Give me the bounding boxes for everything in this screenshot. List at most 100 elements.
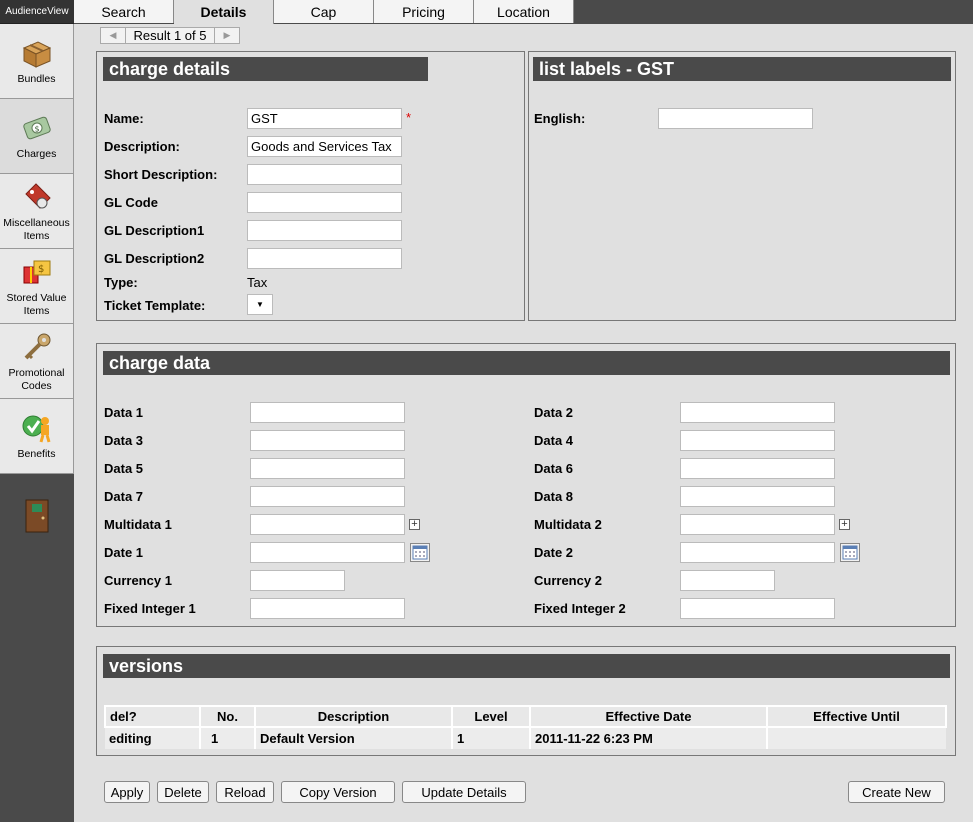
tag-icon [24, 182, 51, 209]
result-counter: Result 1 of 5 [126, 27, 214, 44]
gl-description1-label: GL Description1 [104, 223, 205, 238]
data-1-label: Data 1 [104, 405, 144, 420]
sidebar-item-promotional-codes[interactable]: Promotional Codes [0, 324, 74, 399]
data-5-label: Data 5 [104, 461, 144, 476]
cell-description: Default Version [254, 727, 452, 749]
data-4-label: Data 4 [534, 433, 574, 448]
required-indicator: * [406, 110, 412, 125]
tab-search[interactable]: Search [74, 0, 174, 23]
charge-ticket-icon: $ [22, 116, 51, 140]
sidebar-item-label: Miscellaneous Items [3, 216, 70, 242]
arrow-right-icon: ▶ [223, 30, 231, 40]
name-label: Name: [104, 111, 144, 126]
update-details-button[interactable]: Update Details [402, 781, 526, 803]
data-7-label: Data 7 [104, 489, 144, 504]
reload-button[interactable]: Reload [216, 781, 274, 803]
data-4-field[interactable] [680, 430, 835, 451]
type-label: Type: [104, 275, 138, 290]
benefits-person-icon [22, 415, 50, 443]
sidebar-item-label: Benefits [17, 448, 56, 460]
gl-code-field[interactable] [247, 192, 402, 213]
fixed-integer-2-label: Fixed Integer 2 [534, 601, 626, 616]
name-field[interactable]: GST [247, 108, 402, 129]
chevron-down-icon: ▼ [256, 300, 264, 309]
sidebar-item-label: Charges [16, 148, 57, 160]
data-8-field[interactable] [680, 486, 835, 507]
gl-description1-field[interactable] [247, 220, 402, 241]
list-labels-panel [528, 51, 956, 321]
delete-button[interactable]: Delete [157, 781, 209, 803]
tab-location[interactable]: Location [474, 0, 574, 23]
english-label: English: [534, 111, 586, 126]
date-1-field[interactable] [250, 542, 405, 563]
date-1-calendar-icon[interactable] [410, 543, 430, 562]
data-5-field[interactable] [250, 458, 405, 479]
result-pager: ◀ Result 1 of 5 ▶ [100, 27, 240, 44]
table-row[interactable]: editing 1 Default Version 1 2011-11-22 6… [105, 727, 946, 749]
fixed-integer-2-field[interactable] [680, 598, 835, 619]
sidebar-item-charges[interactable]: $ Charges [0, 99, 74, 174]
cell-effective-until [766, 727, 946, 749]
column-header-level: Level [451, 705, 531, 728]
gl-description2-field[interactable] [247, 248, 402, 269]
create-new-button[interactable]: Create New [848, 781, 945, 803]
multidata-1-label: Multidata 1 [104, 517, 172, 532]
data-2-label: Data 2 [534, 405, 574, 420]
data-3-field[interactable] [250, 430, 405, 451]
short-description-field[interactable] [247, 164, 402, 185]
cell-no: 1 [199, 727, 255, 749]
gl-description2-label: GL Description2 [104, 251, 205, 266]
ticket-template-select[interactable]: ▼ [247, 294, 273, 315]
cell-level: 1 [451, 727, 530, 749]
sidebar-item-bundles[interactable]: Bundles [0, 24, 74, 99]
currency-2-field[interactable] [680, 570, 775, 591]
next-result-button[interactable]: ▶ [214, 27, 240, 44]
gift-card-icon: $ [23, 260, 50, 283]
sidebar: AudienceView Bundles $ Charges Miscellan… [0, 0, 74, 822]
tab-pricing[interactable]: Pricing [374, 0, 474, 23]
sidebar-item-miscellaneous-items[interactable]: Miscellaneous Items [0, 174, 74, 249]
data-6-label: Data 6 [534, 461, 574, 476]
date-2-field[interactable] [680, 542, 835, 563]
table-header-row: del? No. Description Level Effective Dat… [104, 705, 947, 728]
tab-cap[interactable]: Cap [274, 0, 374, 23]
previous-result-button[interactable]: ◀ [100, 27, 126, 44]
multidata-1-field[interactable] [250, 514, 405, 535]
currency-1-label: Currency 1 [104, 573, 172, 588]
exit-door-icon[interactable] [0, 499, 74, 533]
date-2-label: Date 2 [534, 545, 574, 560]
package-icon [22, 41, 51, 68]
sidebar-item-stored-value-items[interactable]: $ Stored Value Items [0, 249, 74, 324]
versions-title: versions [103, 654, 950, 678]
sidebar-item-label: Bundles [17, 73, 56, 85]
gl-code-label: GL Code [104, 195, 158, 210]
date-2-calendar-icon[interactable] [840, 543, 860, 562]
cell-del: editing [105, 727, 200, 749]
fixed-integer-1-field[interactable] [250, 598, 405, 619]
tab-details[interactable]: Details [174, 0, 274, 24]
description-label: Description: [104, 139, 180, 154]
date-1-label: Date 1 [104, 545, 144, 560]
description-field[interactable]: Goods and Services Tax [247, 136, 402, 157]
fixed-integer-1-label: Fixed Integer 1 [104, 601, 196, 616]
english-field[interactable] [658, 108, 813, 129]
data-7-field[interactable] [250, 486, 405, 507]
data-6-field[interactable] [680, 458, 835, 479]
data-8-label: Data 8 [534, 489, 574, 504]
data-3-label: Data 3 [104, 433, 144, 448]
copy-version-button[interactable]: Copy Version [281, 781, 395, 803]
sidebar-item-benefits[interactable]: Benefits [0, 399, 74, 474]
sidebar-item-label: Promotional Codes [8, 366, 65, 392]
multidata-2-expand-icon[interactable]: + [839, 519, 850, 530]
currency-1-field[interactable] [250, 570, 345, 591]
charge-details-panel [96, 51, 525, 321]
key-icon [24, 333, 50, 359]
data-2-field[interactable] [680, 402, 835, 423]
charge-details-title: charge details [103, 57, 428, 81]
data-1-field[interactable] [250, 402, 405, 423]
charge-data-panel [96, 343, 956, 627]
multidata-2-field[interactable] [680, 514, 835, 535]
apply-button[interactable]: Apply [104, 781, 150, 803]
cell-effective-date: 2011-11-22 6:23 PM [529, 727, 767, 749]
multidata-1-expand-icon[interactable]: + [409, 519, 420, 530]
